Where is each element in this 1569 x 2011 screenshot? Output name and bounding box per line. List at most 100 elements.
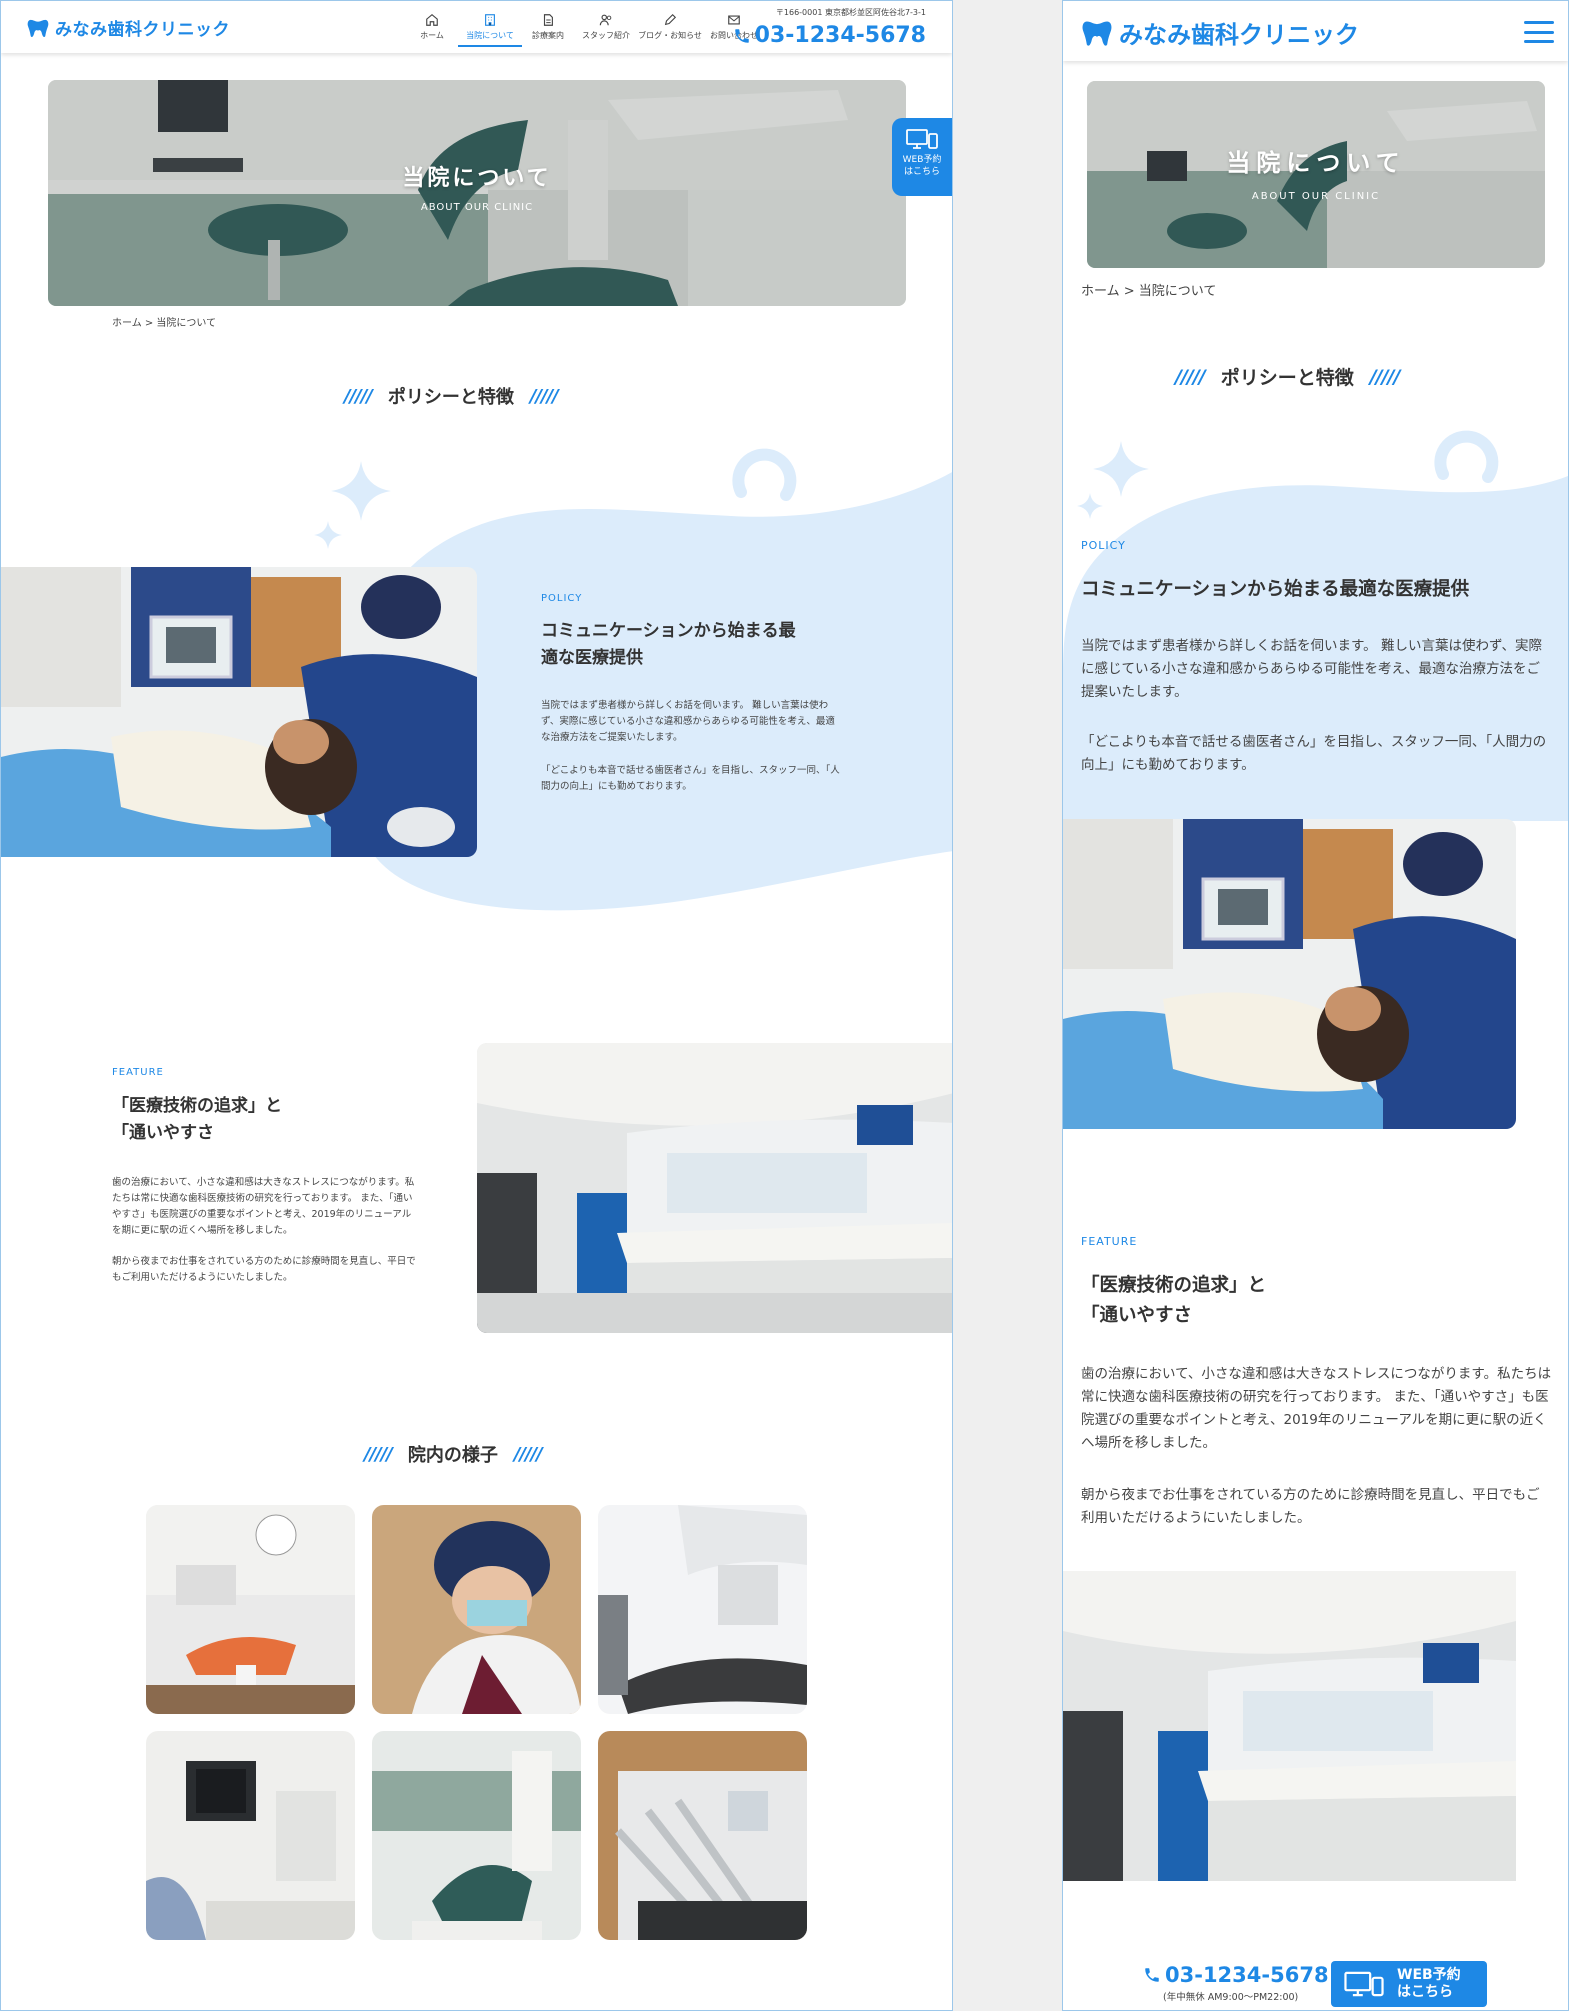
hero-clinic-photo	[48, 80, 906, 306]
hero-banner: 当院について ABOUT OUR CLINIC	[48, 80, 906, 306]
policy-section-title: ///// ポリシーと特徴 /////	[344, 383, 559, 409]
mobile-policy-label: POLICY	[1081, 539, 1126, 552]
title-decoration: /////	[364, 1443, 393, 1465]
policy-paragraph-1: 当院ではまず患者様から詳しくお話を伺います。 難しい言葉は使わず、実際に感じてい…	[541, 700, 835, 744]
dentist-at-work-image	[372, 1505, 581, 1714]
sparkle-icon	[1077, 493, 1103, 519]
gallery-section-title: ///// 院内の様子 /////	[364, 1441, 543, 1467]
mobile-logo[interactable]: みなみ歯科クリニック	[1081, 15, 1359, 50]
mobile-policy-paragraph-1: 当院ではまず患者様から詳しくお話を伺います。 難しい言葉は使わず、実際に感じてい…	[1081, 638, 1542, 700]
tooth-icon	[27, 19, 49, 37]
mobile-hero-banner: 当院について ABOUT OUR CLINIC	[1087, 81, 1545, 268]
staff-icon	[599, 14, 612, 26]
dentist-with-patient-image	[1, 567, 477, 857]
feature-heading-line1: 「医療技術の追求」と	[112, 1096, 282, 1116]
breadcrumb: ホーム > 当院について	[112, 318, 217, 329]
title-decoration: /////	[1175, 365, 1206, 388]
tooth-icon	[1082, 21, 1112, 46]
sparkle-icon	[331, 461, 391, 521]
desktop-view: みなみ歯科クリニック ホーム 当院について 診療案内 スタッフ紹介 ブログ・お知…	[0, 0, 953, 2011]
section-title-text: ポリシーと特徴	[1220, 367, 1354, 389]
reception-area-image	[1063, 1571, 1516, 1881]
policy-heading-line1: コミュニケーションから始まる最	[541, 621, 796, 641]
gallery-image[interactable]	[598, 1505, 807, 1714]
sparkle-icon	[1093, 441, 1149, 497]
phone-icon	[734, 28, 749, 43]
web-reservation-line1: WEB予約	[902, 155, 942, 165]
header-phone[interactable]: 03-1234-5678	[733, 23, 926, 48]
green-chair-room-image	[372, 1731, 581, 1940]
web-reservation-line2: はこちら	[903, 167, 940, 177]
feature-heading: 「医療技術の追求」と 「通いやすさ	[112, 1093, 372, 1147]
nav-label: ブログ・お知らせ	[638, 31, 702, 40]
title-decoration: /////	[529, 385, 559, 407]
dentist-with-patient-image	[1063, 819, 1516, 1129]
home-icon	[426, 14, 438, 26]
feature-label: FEATURE	[112, 1067, 164, 1078]
title-decoration: /////	[513, 1443, 543, 1465]
mobile-feature-label: FEATURE	[1081, 1235, 1138, 1248]
nav-label: 当院について	[466, 31, 514, 40]
mobile-policy-paragraph-2: 「どこよりも本音で話せる歯医者さん」を目指し、スタッフ一同、「人間力の向上」にも…	[1081, 734, 1547, 773]
title-decoration: /////	[344, 385, 373, 407]
web-reservation-button[interactable]: WEB予約 はこちら	[892, 118, 952, 196]
web-reservation-line2: はこちら	[1397, 1984, 1453, 2000]
gallery-image[interactable]	[372, 1731, 581, 1940]
title-decoration: /////	[1369, 365, 1401, 388]
site-logo-text: みなみ歯科クリニック	[55, 20, 230, 40]
nav-label: ホーム	[420, 31, 444, 40]
sparkle-icon	[314, 521, 342, 549]
mobile-feature-heading: 「医療技術の追求」と 「通いやすさ	[1081, 1271, 1541, 1330]
mobile-feature-paragraph-1: 歯の治療において、小さな違和感は大きなストレスにつながります。私たちは常に快適な…	[1081, 1366, 1552, 1451]
hamburger-menu-icon[interactable]	[1524, 21, 1554, 43]
mobile-view: みなみ歯科クリニック 当院について ABOUT OUR CLINIC ホーム >…	[1062, 0, 1569, 2011]
mobile-hero-subtitle: ABOUT OUR CLINIC	[1251, 191, 1381, 202]
site-header: みなみ歯科クリニック ホーム 当院について 診療案内 スタッフ紹介 ブログ・お知…	[1, 1, 952, 53]
mobile-feature-heading-line1: 「医療技術の追求」と	[1081, 1275, 1267, 1296]
mobile-web-reservation-button[interactable]: WEB予約 はこちら	[1331, 1961, 1487, 2007]
dental-unit-image	[598, 1505, 807, 1714]
phone-icon	[1145, 1968, 1159, 1982]
treatment-chair-image	[146, 1505, 355, 1714]
building-icon	[485, 14, 495, 26]
section-title-text: ポリシーと特徴	[387, 387, 514, 408]
header-phone-number: 03-1234-5678	[754, 23, 926, 48]
nav-label: スタッフ紹介	[582, 31, 630, 40]
mobile-feature-photo	[1063, 1571, 1516, 1881]
gallery-image[interactable]	[146, 1505, 355, 1714]
pen-icon	[664, 13, 677, 26]
nav-staff[interactable]: スタッフ紹介	[574, 13, 638, 47]
nav-about[interactable]: 当院について	[458, 13, 522, 47]
mobile-footer-phone-number: 03-1234-5678	[1165, 1963, 1329, 1987]
gallery-image[interactable]	[598, 1731, 807, 1940]
policy-heading-line2: 適な医療提供	[541, 648, 643, 669]
gallery-image[interactable]	[372, 1505, 581, 1714]
monitor-room-image	[146, 1731, 355, 1940]
hero-title: 当院について	[402, 166, 552, 191]
mobile-policy-photo	[1063, 819, 1516, 1129]
site-logo[interactable]: みなみ歯科クリニック	[27, 15, 230, 40]
policy-label: POLICY	[541, 593, 583, 604]
gallery-image[interactable]	[146, 1731, 355, 1940]
mobile-feature-heading-line2: 「通いやすさ	[1081, 1304, 1193, 1326]
mobile-feature-paragraph-2: 朝から夜までお仕事をされている方のために診療時間を見直し、平日でもご利用いただけ…	[1081, 1487, 1540, 1526]
policy-photo	[1, 567, 477, 857]
mobile-hero-title: 当院について	[1226, 149, 1406, 177]
mobile-header: みなみ歯科クリニック	[1063, 1, 1568, 61]
ring-decoration	[732, 448, 797, 501]
nav-blog[interactable]: ブログ・お知らせ	[638, 13, 702, 47]
nav-home[interactable]: ホーム	[406, 13, 458, 47]
reception-area-image	[477, 1043, 952, 1333]
mobile-footer-hours: (年中無休 AM9:00〜PM22:00)	[1163, 1992, 1299, 2003]
nav-label: 診療案内	[532, 31, 564, 40]
feature-paragraph-2: 朝から夜までお仕事をされている方のために診療時間を見直し、平日でもご利用いただけ…	[112, 1256, 416, 1284]
web-reservation-line1: WEB予約	[1397, 1967, 1461, 1983]
mobile-footer-bar: 03-1234-5678 (年中無休 AM9:00〜PM22:00) WEB予約…	[1063, 1945, 1568, 2010]
document-icon	[543, 14, 553, 26]
feature-heading-line2: 「通いやすさ	[112, 1123, 214, 1144]
dental-tools-image	[598, 1731, 807, 1940]
mobile-footer-phone[interactable]: 03-1234-5678	[1143, 1963, 1329, 1987]
policy-paragraph-2: 「どこよりも本音で話せる歯医者さん」を目指し、スタッフ一同、「人間力の向上」にも…	[541, 765, 840, 793]
hero-subtitle: ABOUT OUR CLINIC	[420, 202, 534, 213]
nav-services[interactable]: 診療案内	[522, 13, 574, 47]
